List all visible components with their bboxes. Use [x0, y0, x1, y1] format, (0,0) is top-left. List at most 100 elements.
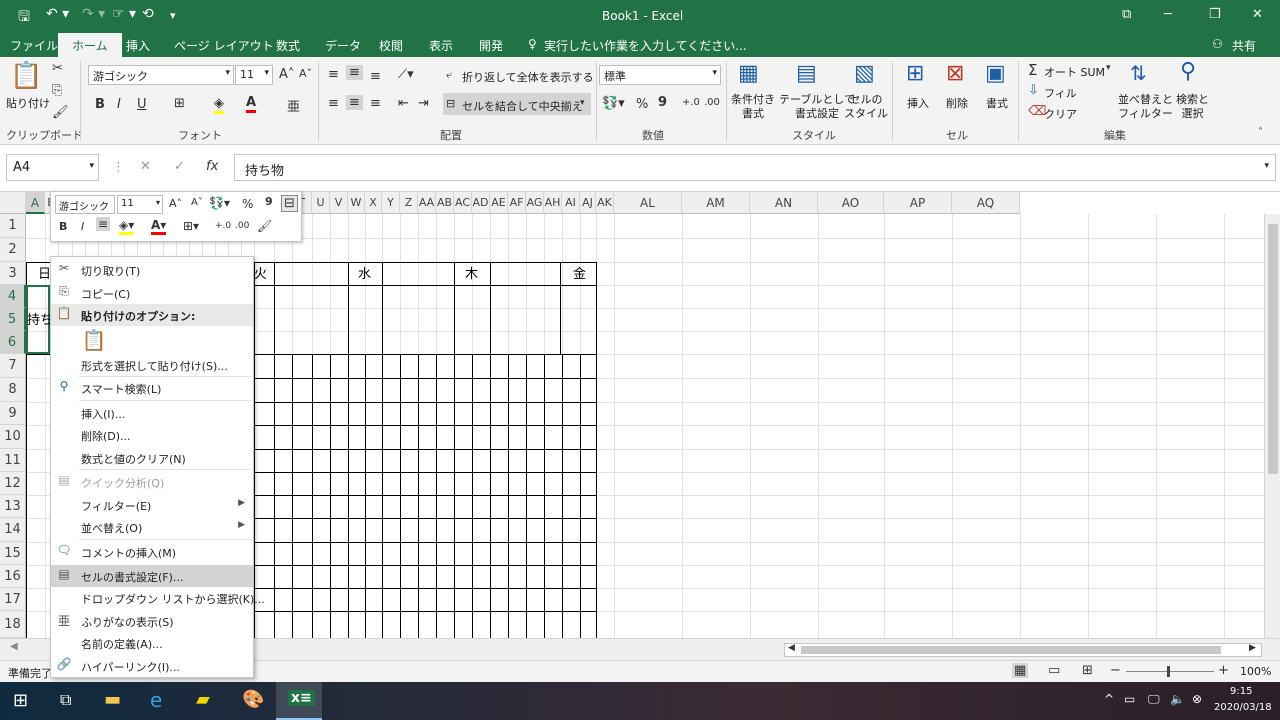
menu-paste-special[interactable]: 形式を選択して貼り付け(S)... — [51, 354, 253, 376]
undo-icon[interactable]: ↶ ▾ — [46, 6, 69, 22]
menu-cut[interactable]: ✂ 切り取り(T) — [51, 259, 253, 281]
prev-sheet-icon[interactable]: ◀ — [10, 641, 18, 652]
zoom-slider[interactable] — [1126, 671, 1214, 672]
row-header-7[interactable]: 7 — [0, 354, 26, 378]
ime-icon[interactable]: ⊗ — [1192, 692, 1202, 706]
align-center-icon[interactable]: ≡ — [346, 95, 363, 110]
row-header-10[interactable]: 10 — [0, 425, 26, 449]
network-icon[interactable]: 🖵 — [1148, 692, 1160, 707]
cell-thursday[interactable]: 木 — [465, 263, 478, 282]
column-header-x[interactable]: X — [365, 192, 382, 214]
column-header-ad[interactable]: AD — [472, 192, 490, 214]
italic-button[interactable]: I — [117, 97, 121, 112]
formula-input[interactable]: 持ち物 ▾ — [234, 154, 1276, 181]
align-top-icon[interactable]: ≡ — [328, 67, 339, 82]
insert-function-button[interactable]: fx — [206, 159, 218, 174]
shrink-font-icon[interactable]: A˅ — [299, 67, 312, 80]
increase-indent-icon[interactable]: ⇥ — [418, 96, 429, 111]
ribbon-display-options-icon[interactable]: ⧉ — [1122, 7, 1131, 22]
mini-font-color-icon[interactable]: A▾ — [151, 218, 167, 235]
column-header-ag[interactable]: AG — [526, 192, 544, 214]
clear-button[interactable]: クリア — [1044, 106, 1077, 122]
delete-cells-button[interactable]: 削除 — [946, 95, 968, 111]
mini-number-format-icon[interactable]: 💱▾ — [209, 196, 230, 210]
chevron-down-icon[interactable]: ▾ — [580, 98, 585, 108]
clock-time[interactable]: 9:15 — [1230, 686, 1252, 697]
column-header-ap[interactable]: AP — [884, 192, 952, 214]
menu-smart-lookup[interactable]: ⚲ スマート検索(L) — [51, 377, 253, 399]
cell-styles-button[interactable]: セルの スタイル — [844, 93, 888, 121]
find-select-icon[interactable]: ⚲ — [1180, 59, 1196, 84]
conditional-format-icon[interactable]: ▦ — [738, 61, 759, 86]
column-header-ac[interactable]: AC — [454, 192, 472, 214]
insert-cells-button[interactable]: 挿入 — [907, 95, 929, 111]
sticky-notes-icon[interactable]: ▰ — [196, 689, 210, 710]
page-layout-view-icon[interactable]: ▭ — [1048, 663, 1060, 678]
customize-qat-icon[interactable]: ▾ — [170, 9, 176, 22]
find-select-button[interactable]: 検索と 選択 — [1176, 93, 1209, 121]
battery-icon[interactable]: ▭ — [1124, 692, 1135, 706]
menu-format-cells[interactable]: ▤ セルの書式設定(F)... — [51, 565, 253, 587]
cancel-entry-icon[interactable]: ✕ — [140, 159, 151, 174]
row-header-9[interactable]: 9 — [0, 402, 26, 425]
sort-filter-icon[interactable]: ⇅ — [1130, 61, 1147, 85]
touch-mode-icon[interactable]: ☞ ▾ — [112, 6, 136, 22]
normal-view-icon[interactable]: ▦ — [1012, 663, 1029, 678]
column-header-aj[interactable]: AJ — [580, 192, 596, 214]
percent-button[interactable]: % — [636, 97, 648, 112]
decrease-indent-icon[interactable]: ⇤ — [398, 96, 409, 111]
column-header-aa[interactable]: AA — [418, 192, 436, 214]
format-cells-icon[interactable]: ▣ — [985, 61, 1006, 86]
row-header-4[interactable]: 4 — [0, 285, 26, 308]
mini-percent-button[interactable]: % — [242, 197, 253, 211]
close-icon[interactable]: ✕ — [1252, 7, 1263, 22]
format-painter-icon[interactable]: 🖌 — [52, 105, 69, 120]
zoom-in-icon[interactable]: + — [1218, 663, 1229, 678]
windows-start-icon[interactable]: ⊞ — [13, 690, 28, 711]
zoom-out-icon[interactable]: − — [1110, 663, 1121, 678]
menu-clear-contents[interactable]: 数式と値のクリア(N) — [51, 447, 253, 469]
task-view-icon[interactable]: ⧉ — [60, 690, 71, 710]
mini-size-select[interactable]: 11 ▾ — [117, 195, 163, 214]
name-box[interactable]: A4 ▾ — [6, 154, 99, 181]
tab-formulas[interactable]: 数式 — [276, 37, 300, 54]
format-cells-button[interactable]: 書式 — [986, 95, 1008, 111]
column-header-al[interactable]: AL — [614, 192, 682, 214]
paste-icon[interactable]: 📋 — [10, 61, 42, 91]
row-header-18[interactable]: 18 — [0, 611, 26, 638]
mini-border-icon[interactable]: ⊞▾ — [183, 219, 199, 233]
mini-font-select[interactable]: 游ゴシック — [55, 195, 115, 214]
tab-data[interactable]: データ — [325, 37, 361, 54]
row-header-11[interactable]: 11 — [0, 449, 26, 472]
tab-file[interactable]: ファイル — [10, 37, 58, 54]
collapse-ribbon-icon[interactable]: ˄ — [1258, 127, 1263, 138]
tab-home[interactable]: ホーム — [58, 33, 122, 57]
phonetic-icon[interactable]: 亜 — [287, 96, 300, 115]
mini-merge-icon[interactable]: ⊟ — [281, 195, 298, 212]
menu-delete[interactable]: 削除(D)... — [51, 424, 253, 446]
column-header-v[interactable]: V — [330, 192, 348, 214]
conditional-format-button[interactable]: 条件付き 書式 — [731, 93, 775, 121]
clock-date[interactable]: 2020/03/18 — [1214, 702, 1272, 713]
column-header-an[interactable]: AN — [750, 192, 818, 214]
column-header-u[interactable]: U — [312, 192, 330, 214]
column-header-z[interactable]: Z — [400, 192, 418, 214]
column-header-ak[interactable]: AK — [596, 192, 614, 214]
mini-center-icon[interactable]: ≡ — [96, 217, 111, 231]
internet-explorer-icon[interactable]: e — [150, 688, 162, 712]
mini-increase-decimal-icon[interactable]: +.0 — [215, 221, 231, 231]
vertical-scroll-thumb[interactable] — [1268, 224, 1278, 474]
confirm-entry-icon[interactable]: ✓ — [174, 159, 185, 174]
delete-cells-icon[interactable]: ⊠ — [946, 61, 964, 86]
menu-quick-analysis[interactable]: ▤ クイック分析(Q) — [51, 471, 253, 493]
font-size-select[interactable]: 11 ▾ — [235, 65, 273, 85]
cell-styles-icon[interactable]: ▧ — [854, 61, 875, 86]
mini-grow-font-icon[interactable]: A˄ — [169, 197, 182, 210]
scroll-left-icon[interactable]: ◀ — [788, 643, 795, 653]
currency-icon[interactable]: 💱▾ — [602, 96, 625, 111]
row-header-2[interactable]: 2 — [0, 238, 26, 262]
redo-icon[interactable]: ↷ ▾ — [82, 6, 105, 22]
insert-cells-icon[interactable]: ⊞ — [906, 61, 924, 86]
number-format-select[interactable]: 標準 ▾ — [599, 65, 721, 85]
border-icon[interactable]: ⊞ — [174, 96, 185, 111]
